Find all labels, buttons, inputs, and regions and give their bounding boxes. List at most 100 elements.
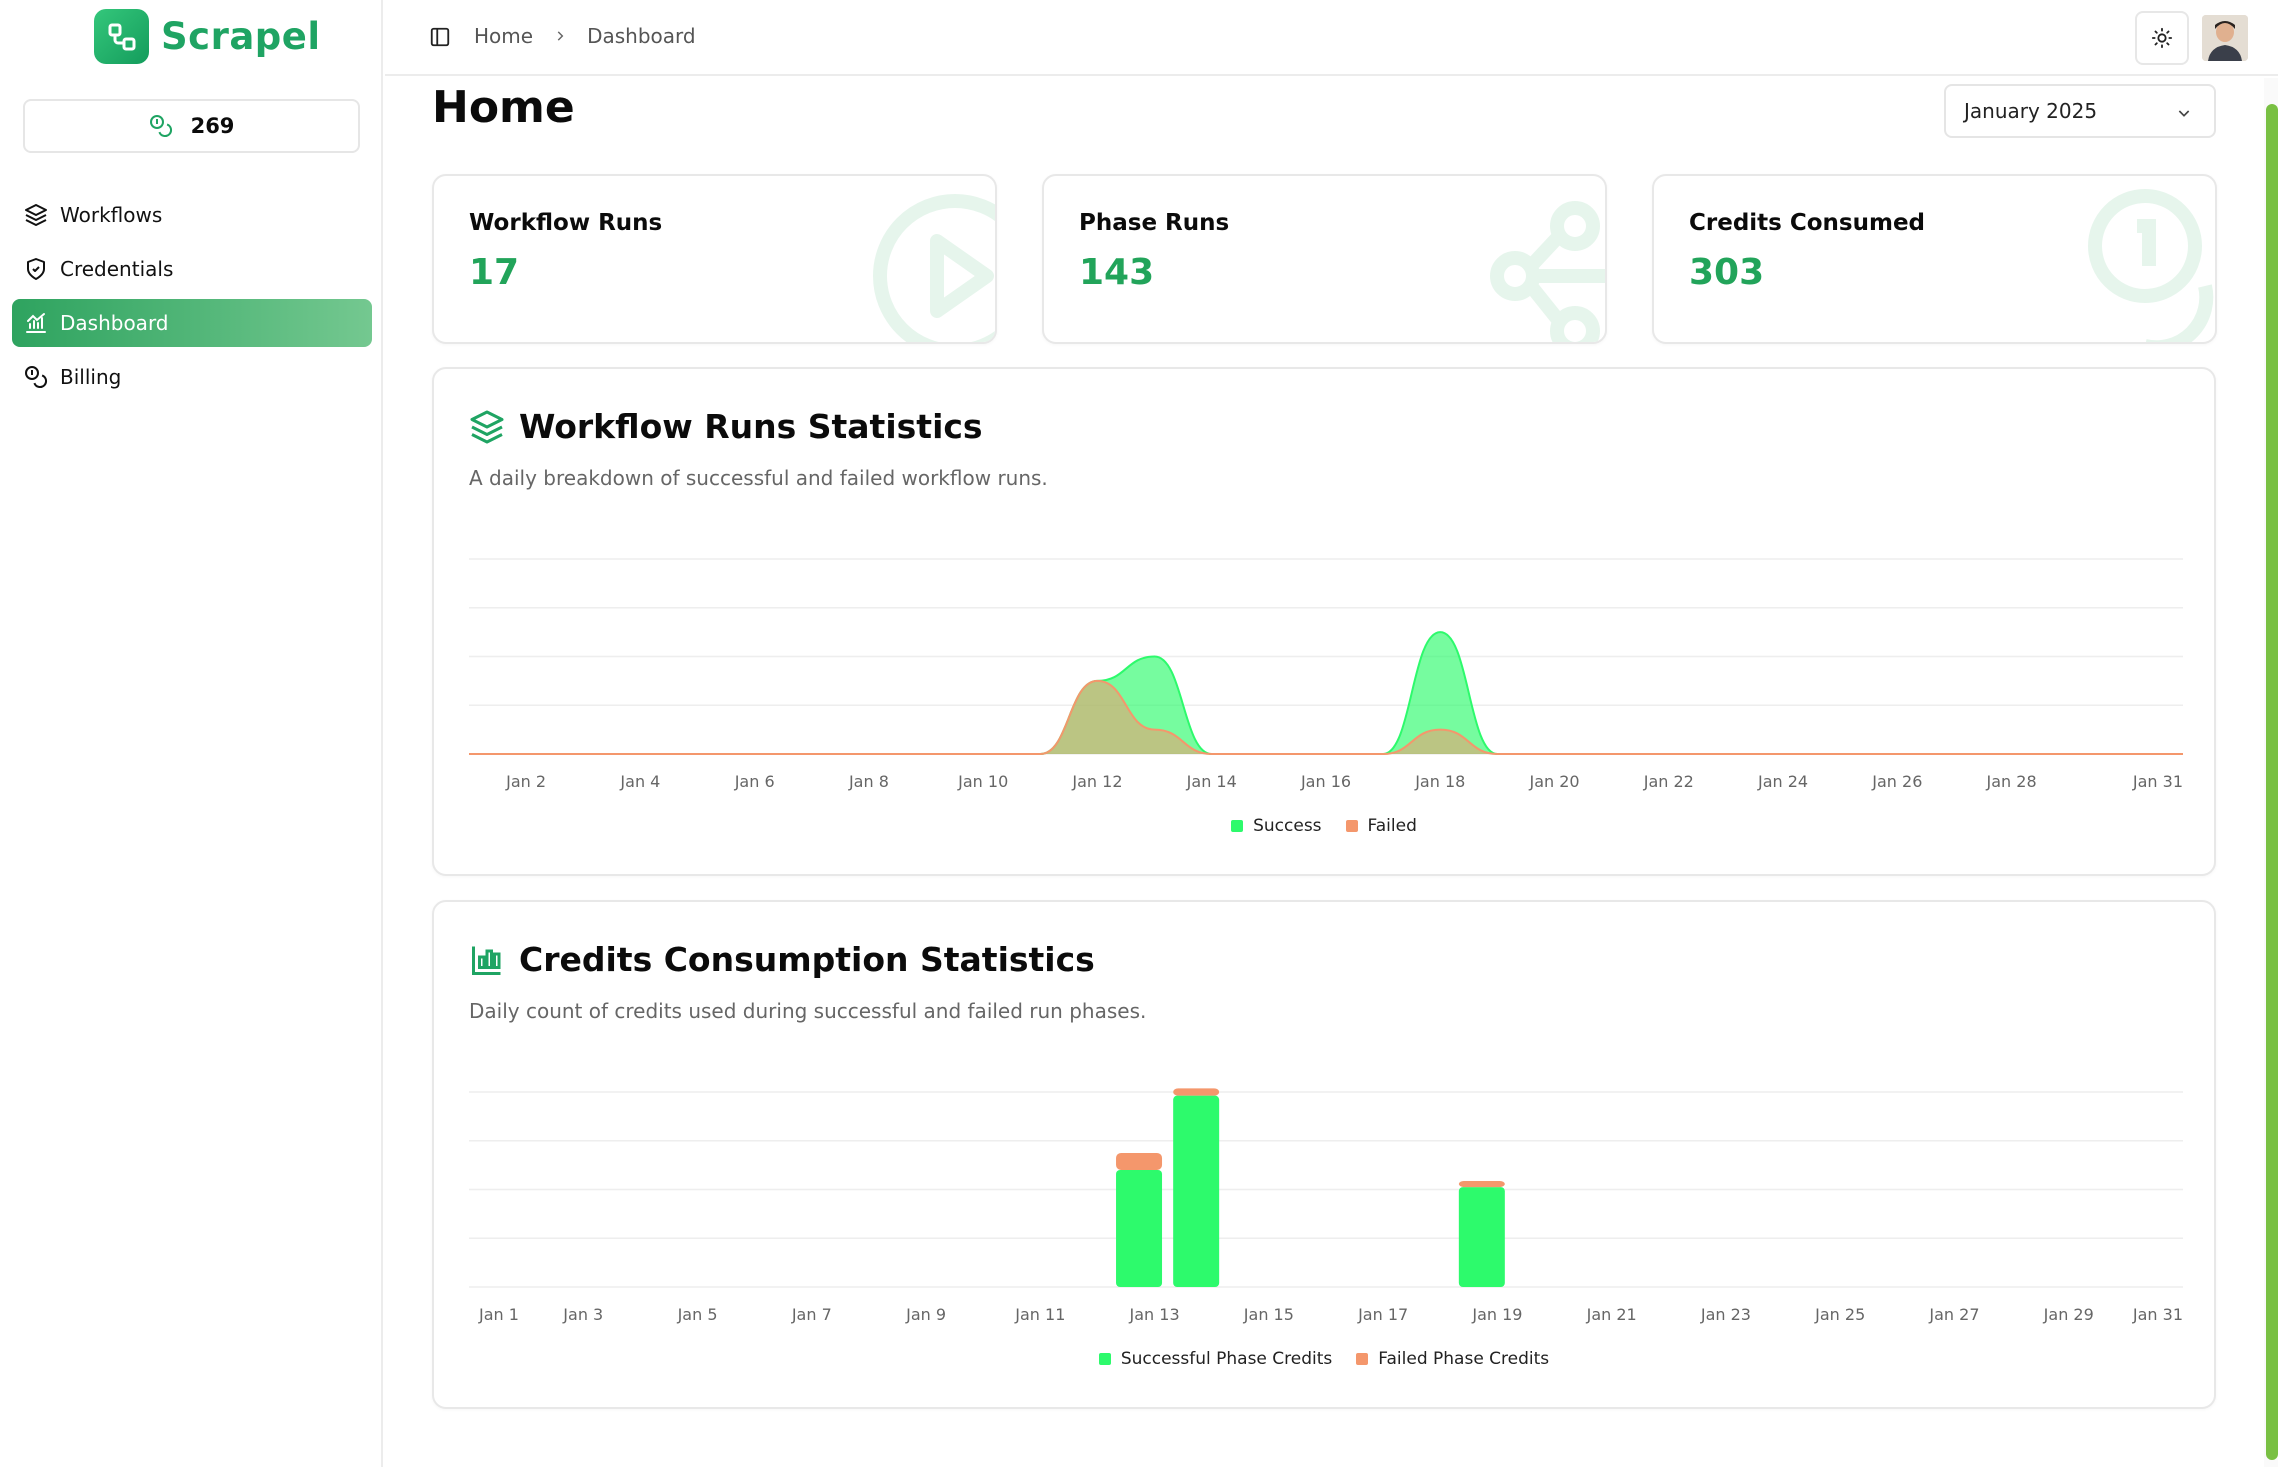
series-line-success xyxy=(469,631,2183,755)
x-tick-label: Jan 26 xyxy=(1871,772,1922,791)
sidebar-item-dashboard[interactable]: Dashboard xyxy=(12,299,372,347)
x-tick-label: Jan 31 xyxy=(2132,772,2183,791)
x-tick-label: Jan 17 xyxy=(1357,1305,1408,1324)
bar-success[interactable] xyxy=(1116,1170,1163,1287)
breadcrumb-home[interactable]: Home xyxy=(474,24,533,48)
legend-label: Successful Phase Credits xyxy=(1120,1349,1333,1369)
scrollbar-thumb[interactable] xyxy=(2266,104,2278,1460)
coins-icon xyxy=(2088,189,2214,342)
credits-consumption-chart-card: Credits Consumption Statistics Daily cou… xyxy=(432,900,2216,1409)
x-tick-label: Jan 5 xyxy=(677,1305,718,1324)
top-bar: Home Dashboard xyxy=(385,0,2278,76)
legend-swatch xyxy=(1356,1353,1369,1365)
legend-label: Success xyxy=(1253,816,1322,836)
chart-legend: Successful Phase Credits Failed Phase Cr… xyxy=(434,1349,2214,1369)
x-tick-label: Jan 4 xyxy=(619,772,660,791)
stat-label: Workflow Runs xyxy=(469,210,663,236)
legend-swatch xyxy=(1098,1353,1111,1365)
x-tick-label: Jan 22 xyxy=(1643,772,1694,791)
theme-toggle-button[interactable] xyxy=(2135,11,2189,65)
legend-item-failed-credits[interactable]: Failed Phase Credits xyxy=(1356,1349,1549,1369)
x-tick-label: Jan 10 xyxy=(957,772,1008,791)
stat-card-phase-runs: Phase Runs 143 xyxy=(1042,174,1607,344)
layers-icon xyxy=(25,204,47,226)
coins-icon xyxy=(149,115,172,137)
bar-success[interactable] xyxy=(1173,1095,1220,1287)
legend-item-failed[interactable]: Failed xyxy=(1345,816,1417,836)
x-tick-label: Jan 14 xyxy=(1186,772,1237,791)
x-tick-label: Jan 12 xyxy=(1071,772,1122,791)
sidebar-item-label: Dashboard xyxy=(60,311,169,335)
stat-value: 17 xyxy=(469,252,520,293)
x-tick-label: Jan 23 xyxy=(1700,1305,1751,1324)
app-name: Scrapel xyxy=(161,15,321,58)
sidebar-item-workflows[interactable]: Workflows xyxy=(12,191,372,239)
series-line-failed xyxy=(469,679,2183,755)
stat-value: 143 xyxy=(1079,252,1155,293)
legend-label: Failed Phase Credits xyxy=(1378,1349,1550,1369)
sidebar-item-label: Credentials xyxy=(60,257,174,281)
legend-item-successful-credits[interactable]: Successful Phase Credits xyxy=(1098,1349,1333,1369)
x-tick-label: Jan 29 xyxy=(2043,1305,2094,1324)
workflow-runs-area-chart: Jan 2 Jan 4 Jan 6 Jan 8 Jan 10 Jan 12 Jan 14 Ja… xyxy=(469,558,2183,791)
avatar[interactable] xyxy=(2202,15,2248,61)
sun-icon xyxy=(2151,27,2173,49)
stat-card-workflow-runs: Workflow Runs 17 xyxy=(432,174,997,344)
x-tick-label: Jan 15 xyxy=(1243,1305,1294,1324)
x-tick-label: Jan 19 xyxy=(1471,1305,1522,1324)
stat-value: 303 xyxy=(1689,252,1765,293)
x-tick-label: Jan 31 xyxy=(2132,1305,2183,1324)
sidebar-item-billing[interactable]: Billing xyxy=(12,353,372,401)
x-tick-label: Jan 8 xyxy=(848,772,889,791)
x-tick-label: Jan 16 xyxy=(1300,772,1351,791)
sidebar-item-credentials[interactable]: Credentials xyxy=(12,245,372,293)
x-tick-label: Jan 9 xyxy=(905,1305,946,1324)
stat-label: Phase Runs xyxy=(1079,210,1230,236)
chart-legend: Success Failed xyxy=(434,816,2214,836)
breadcrumb: Home Dashboard xyxy=(474,24,696,48)
sidebar-item-label: Billing xyxy=(60,365,122,389)
x-tick-label: Jan 13 xyxy=(1129,1305,1180,1324)
breadcrumb-dashboard: Dashboard xyxy=(587,24,696,48)
workflow-runs-chart-card: Workflow Runs Statistics A daily breakdo… xyxy=(432,367,2216,876)
stat-card-credits-consumed: Credits Consumed 303 xyxy=(1652,174,2217,344)
series-area-failed xyxy=(469,680,2183,754)
sidebar: Scrapel 269 Workflows Credentials Dashbo… xyxy=(0,0,383,1467)
bar-failed[interactable] xyxy=(1458,1180,1505,1188)
x-tick-label: Jan 6 xyxy=(734,772,775,791)
coins-icon xyxy=(25,366,47,388)
page-title: Home xyxy=(432,82,575,133)
chevron-down-icon xyxy=(2178,110,2190,117)
app-root: Scrapel 269 Workflows Credentials Dashbo… xyxy=(0,0,2278,1467)
panel-left-icon xyxy=(430,27,450,47)
sidebar-toggle-button[interactable] xyxy=(429,26,451,52)
x-tick-label: Jan 28 xyxy=(1986,772,2037,791)
logo[interactable]: Scrapel xyxy=(94,9,321,64)
legend-swatch xyxy=(1231,820,1244,832)
x-tick-label: Jan 3 xyxy=(562,1305,603,1324)
sidebar-nav: Workflows Credentials Dashboard Billing xyxy=(12,191,372,407)
x-tick-label: Jan 11 xyxy=(1014,1305,1065,1324)
bar-success[interactable] xyxy=(1458,1187,1505,1287)
play-circle-icon xyxy=(873,194,995,342)
logo-icon xyxy=(94,9,149,64)
period-select[interactable]: January 2025 xyxy=(1944,84,2216,138)
bar-failed[interactable] xyxy=(1116,1152,1163,1170)
x-tick-label: Jan 1 xyxy=(478,1305,519,1324)
x-tick-label: Jan 18 xyxy=(1414,772,1465,791)
chart-icon xyxy=(26,313,46,333)
bar-failed[interactable] xyxy=(1173,1088,1220,1096)
x-tick-label: Jan 2 xyxy=(505,772,546,791)
sidebar-item-label: Workflows xyxy=(60,203,163,227)
share-nodes-icon xyxy=(1490,201,1605,342)
legend-item-success[interactable]: Success xyxy=(1231,816,1322,836)
x-tick-label: Jan 7 xyxy=(791,1305,832,1324)
x-tick-label: Jan 24 xyxy=(1757,772,1808,791)
chevron-right-icon xyxy=(553,24,567,48)
x-tick-label: Jan 27 xyxy=(1928,1305,1979,1324)
credits-balance[interactable]: 269 xyxy=(23,99,360,153)
legend-swatch xyxy=(1345,820,1358,832)
period-select-value: January 2025 xyxy=(1964,99,2098,123)
x-tick-label: Jan 21 xyxy=(1586,1305,1637,1324)
series-area-success xyxy=(469,632,2183,754)
